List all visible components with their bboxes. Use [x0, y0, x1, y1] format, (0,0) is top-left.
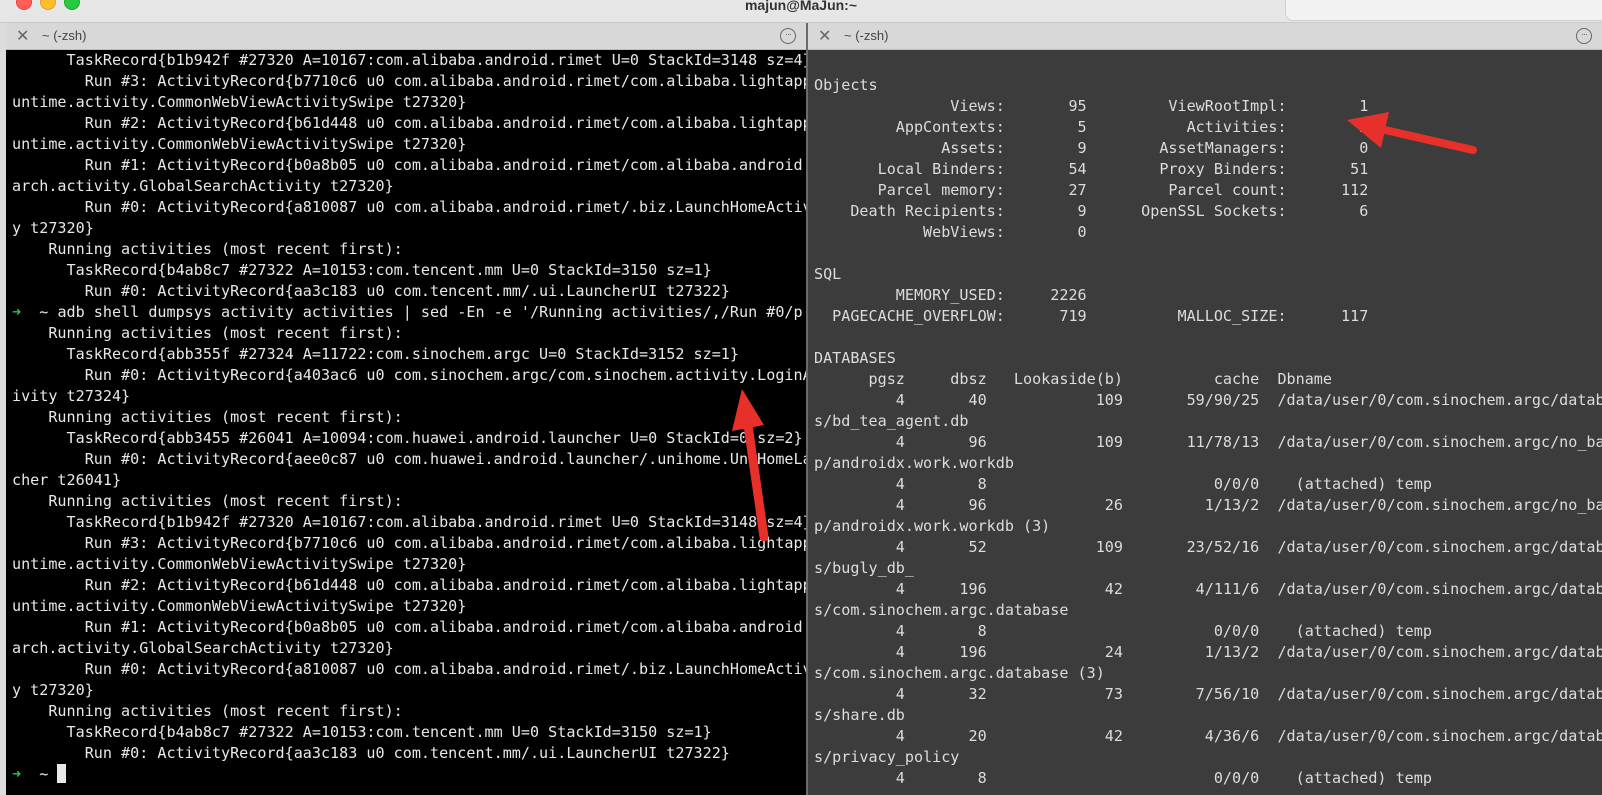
terminal-line: p/androidx.work.workdb (3): [814, 517, 1051, 535]
terminal-line: Running activities (most recent first):: [12, 492, 403, 510]
terminal-line: Run #0: ActivityRecord{aa3c183 u0 com.te…: [12, 744, 730, 762]
terminal-line: untime.activity.CommonWebViewActivitySwi…: [12, 135, 467, 153]
terminal-line: Running activities (most recent first):: [12, 408, 403, 426]
close-pane-icon[interactable]: ✕: [818, 26, 831, 46]
terminal-line: Death Recipients: 9 OpenSSL Sockets: 6: [814, 202, 1369, 220]
terminal-line: Local Binders: 54 Proxy Binders: 51: [814, 160, 1369, 178]
terminal-line: TaskRecord{b4ab8c7 #27322 A=10153:com.te…: [12, 261, 712, 279]
terminal-line: s/com.sinochem.argc.database (3): [814, 664, 1105, 682]
terminal-line: pgsz dbsz Lookaside(b) cache Dbname: [814, 370, 1332, 388]
terminal-line: TaskRecord{b4ab8c7 #27322 A=10153:com.te…: [12, 723, 712, 741]
terminal-line: Run #0: ActivityRecord{aa3c183 u0 com.te…: [12, 282, 730, 300]
terminal-line: 4 196 42 4/111/6 /data/user/0/com.sinoch…: [814, 580, 1602, 598]
terminal-line: 4 32 73 7/56/10 /data/user/0/com.sinoche…: [814, 685, 1602, 703]
terminal-line: DATABASES: [814, 349, 896, 367]
terminal-line: Run #3: ActivityRecord{b7710c6 u0 com.al…: [12, 534, 806, 552]
terminal-line: Parcel memory: 27 Parcel count: 112: [814, 181, 1369, 199]
prompt-arrow-icon: ➜: [12, 303, 22, 321]
terminal-line: Run #2: ActivityRecord{b61d448 u0 com.al…: [12, 576, 806, 594]
terminal-line: p/androidx.work.workdb: [814, 454, 1014, 472]
terminal-line: Run #0: ActivityRecord{a403ac6 u0 com.si…: [12, 366, 806, 384]
prompt-line[interactable]: ➜ ~: [12, 764, 806, 785]
terminal-line: untime.activity.CommonWebViewActivitySwi…: [12, 93, 467, 111]
terminal-line: 4 52 109 23/52/16 /data/user/0/com.sinoc…: [814, 538, 1602, 556]
prompt-text: ~: [21, 765, 58, 783]
terminal-line: 4 40 109 59/90/25 /data/user/0/com.sinoc…: [814, 391, 1602, 409]
window-titlebar: majun@MaJun:~: [0, 0, 1602, 23]
terminal-line: y t27320}: [12, 681, 94, 699]
terminal-line: TaskRecord{abb3455 #26041 A=10094:com.hu…: [12, 429, 803, 447]
terminal-line: Run #0: ActivityRecord{aee0c87 u0 com.hu…: [12, 450, 806, 468]
terminal-line: 4 8 0/0/0 (attached) temp: [814, 622, 1432, 640]
terminal-line: untime.activity.CommonWebViewActivitySwi…: [12, 597, 467, 615]
terminal-line: 4 8 0/0/0 (attached) temp: [814, 475, 1432, 493]
terminal-line: arch.activity.GlobalSearchActivity t2732…: [12, 639, 394, 657]
background-window-edge: [1285, 0, 1602, 21]
terminal-line: cher t26041}: [12, 471, 122, 489]
terminal-line: Assets: 9 AssetManagers: 0: [814, 139, 1369, 157]
terminal-line: s/privacy_policy: [814, 748, 960, 766]
terminal-line: Run #1: ActivityRecord{b0a8b05 u0 com.al…: [12, 156, 806, 174]
command-text: ~ adb shell dumpsys activity activities …: [21, 303, 806, 321]
text-cursor: [57, 764, 67, 783]
terminal-line: SQL: [814, 265, 842, 283]
more-options-icon[interactable]: ···: [1576, 28, 1592, 44]
terminal-line: 4 96 26 1/13/2 /data/user/0/com.sinochem…: [814, 496, 1602, 514]
terminal-line: arch.activity.GlobalSearchActivity t2732…: [12, 177, 394, 195]
close-pane-icon[interactable]: ✕: [16, 26, 29, 46]
terminal-line: Run #3: ActivityRecord{b7710c6 u0 com.al…: [12, 72, 806, 90]
left-pane-tabbar: ✕ ~ (-zsh) ···: [6, 23, 806, 50]
terminal-line: AppContexts: 5 Activities: 2: [814, 118, 1369, 136]
terminal-line: y t27320}: [12, 219, 94, 237]
terminal-line: TaskRecord{b1b942f #27320 A=10167:com.al…: [12, 51, 806, 69]
terminal-line: Running activities (most recent first):: [12, 240, 403, 258]
terminal-line: TaskRecord{abb355f #27324 A=11722:com.si…: [12, 345, 739, 363]
right-pane-tabbar: ✕ ~ (-zsh) ···: [808, 23, 1602, 50]
terminal-line: PAGECACHE_OVERFLOW: 719 MALLOC_SIZE: 117: [814, 307, 1369, 325]
right-terminal-pane[interactable]: ✕ ~ (-zsh) ··· Objects Views: 95 ViewRoo…: [808, 23, 1602, 795]
terminal-line: untime.activity.CommonWebViewActivitySwi…: [12, 555, 467, 573]
terminal-line: s/com.sinochem.argc.database: [814, 601, 1069, 619]
terminal-line: Running activities (most recent first):: [12, 702, 403, 720]
terminal-line: Run #1: ActivityRecord{b0a8b05 u0 com.al…: [12, 618, 806, 636]
terminal-line: ivity t27324}: [12, 387, 131, 405]
terminal-line: 4 196 24 1/13/2 /data/user/0/com.sinoche…: [814, 643, 1602, 661]
terminal-line: ➜ ~ adb shell dumpsys activity activitie…: [12, 302, 806, 323]
more-options-icon[interactable]: ···: [780, 28, 796, 44]
terminal-line: Objects: [814, 76, 878, 94]
terminal-line: s/share.db: [814, 706, 905, 724]
prompt-arrow-icon: ➜: [12, 765, 22, 783]
terminal-line: TaskRecord{b1b942f #27320 A=10167:com.al…: [12, 513, 806, 531]
pane-tab-title[interactable]: ~ (-zsh): [844, 28, 888, 43]
terminal-line: Views: 95 ViewRootImpl: 1: [814, 97, 1369, 115]
terminal-line: Running activities (most recent first):: [12, 324, 403, 342]
right-terminal-output[interactable]: Objects Views: 95 ViewRootImpl: 1 AppCon…: [808, 50, 1602, 795]
terminal-line: 4 8 0/0/0 (attached) temp: [814, 769, 1432, 787]
terminal-line: s/bugly_db_: [814, 559, 914, 577]
terminal-line: 4 20 42 4/36/6 /data/user/0/com.sinochem…: [814, 727, 1602, 745]
terminal-line: Run #2: ActivityRecord{b61d448 u0 com.al…: [12, 114, 806, 132]
terminal-line: s/bd_tea_agent.db: [814, 412, 969, 430]
terminal-line: Run #0: ActivityRecord{a810087 u0 com.al…: [12, 198, 806, 216]
terminal-line: Run #0: ActivityRecord{a810087 u0 com.al…: [12, 660, 806, 678]
pane-tab-title[interactable]: ~ (-zsh): [42, 28, 86, 43]
terminal-line: MEMORY_USED: 2226: [814, 286, 1087, 304]
terminal-line: 4 96 109 11/78/13 /data/user/0/com.sinoc…: [814, 433, 1602, 451]
left-terminal-pane[interactable]: ✕ ~ (-zsh) ··· TaskRecord{b1b942f #27320…: [6, 23, 806, 795]
left-terminal-output[interactable]: TaskRecord{b1b942f #27320 A=10167:com.al…: [6, 50, 806, 795]
terminal-line: WebViews: 0: [814, 223, 1087, 241]
